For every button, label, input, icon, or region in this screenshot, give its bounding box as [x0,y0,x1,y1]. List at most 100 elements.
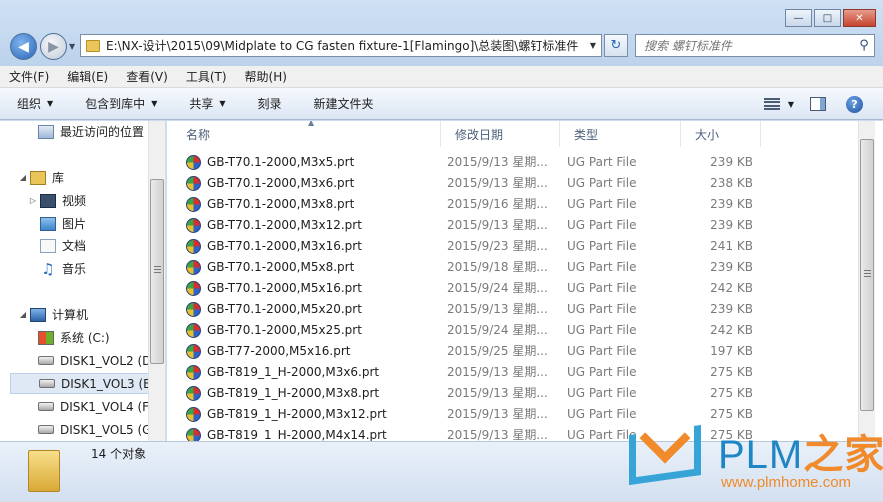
file-name: GB-T70.1-2000,M3x5.prt [207,155,355,169]
file-name: GB-T70.1-2000,M3x16.prt [207,239,362,253]
file-size: 241 KB [710,239,753,253]
file-row[interactable]: GB-T70.1-2000,M5x8.prt 2015/9/18 星期... UG … [167,257,857,278]
ug-part-file-icon [186,344,201,359]
watermark-brand-latin: PLM [718,433,804,477]
nav-item-libraries[interactable]: ◢ 库 [18,167,165,188]
grip-icon [864,270,871,277]
nav-item-drive-d[interactable]: DISK1_VOL2 (D [38,350,165,371]
file-row[interactable]: GB-T819_1_H-2000,M3x6.prt 2015/9/13 星期...… [167,362,857,383]
file-row[interactable]: GB-T70.1-2000,M3x12.prt 2015/9/13 星期... UG… [167,215,857,236]
file-size: 239 KB [710,218,753,232]
maximize-button[interactable]: □ [814,9,841,27]
video-icon [40,193,56,208]
nav-item-video[interactable]: ▷ 视频 [28,190,165,211]
file-size: 239 KB [710,155,753,169]
ug-part-file-icon [186,365,201,380]
organize-button[interactable]: 组织 ▼ [0,95,68,112]
search-icon[interactable]: ⚲ [854,38,874,53]
menu-help[interactable]: 帮助(H) [236,68,296,85]
address-dropdown-icon[interactable]: ▼ [585,41,601,50]
search-box[interactable]: ⚲ [635,34,875,57]
file-name: GB-T70.1-2000,M5x20.prt [207,302,362,316]
file-date: 2015/9/13 星期... [447,386,548,400]
burn-button[interactable]: 刻录 [241,95,297,112]
file-name: GB-T70.1-2000,M5x8.prt [207,260,355,274]
view-options-dropdown-icon[interactable]: ▼ [788,100,794,109]
navigation-pane: 最近访问的位置 ◢ 库 ▷ 视频 图片 文档 ♫ 音乐 ◢ 计算机 系统 (C:… [0,121,166,441]
nav-item-drive-c[interactable]: 系统 (C:) [38,327,165,348]
new-folder-label: 新建文件夹 [313,97,374,111]
minimize-button[interactable]: — [785,9,812,27]
recent-pages-dropdown[interactable]: ▼ [69,42,75,51]
preview-pane-icon[interactable] [810,97,826,111]
nav-item-label: 最近访问的位置 [60,125,145,139]
file-row[interactable]: GB-T70.1-2000,M5x16.prt 2015/9/24 星期... UG… [167,278,857,299]
nav-item-computer[interactable]: ◢ 计算机 [18,304,165,325]
file-row[interactable]: GB-T70.1-2000,M3x16.prt 2015/9/23 星期... UG… [167,236,857,257]
menu-tools[interactable]: 工具(T) [177,68,236,85]
details-view-icon[interactable] [763,98,780,110]
help-icon[interactable]: ? [846,95,863,113]
column-header-type[interactable]: 类型 [560,121,681,147]
menu-edit[interactable]: 编辑(E) [58,68,117,85]
menu-file[interactable]: 文件(F) [0,68,58,85]
file-row[interactable]: GB-T70.1-2000,M3x6.prt 2015/9/13 星期... UG … [167,173,857,194]
file-size: 275 KB [710,365,753,379]
nav-scrollbar[interactable] [148,121,165,441]
file-size: 238 KB [710,176,753,190]
file-date: 2015/9/13 星期... [447,218,548,232]
address-bar[interactable]: E:\NX-设计\2015\09\Midplate to CG fasten f… [80,34,602,57]
file-name: GB-T819_1_H-2000,M3x12.prt [207,407,387,421]
refresh-icon: ↻ [610,38,622,53]
file-row[interactable]: GB-T819_1_H-2000,M3x8.prt 2015/9/13 星期...… [167,383,857,404]
share-button[interactable]: 共享 ▼ [172,95,240,112]
new-folder-button[interactable]: 新建文件夹 [297,95,389,112]
menu-view[interactable]: 查看(V) [117,68,177,85]
file-row[interactable]: GB-T70.1-2000,M3x5.prt 2015/9/13 星期... UG … [167,152,857,173]
file-name: GB-T70.1-2000,M5x16.prt [207,281,362,295]
file-name: GB-T819_1_H-2000,M3x6.prt [207,365,380,379]
file-row[interactable]: GB-T77-2000,M5x16.prt 2015/9/25 星期... UG P… [167,341,857,362]
file-list-scrollbar[interactable] [858,121,875,441]
nav-item-drive-g[interactable]: DISK1_VOL5 (G [38,419,165,440]
file-list-scroll-thumb[interactable] [860,139,874,411]
nav-item-label: 图片 [62,217,87,231]
file-row[interactable]: GB-T70.1-2000,M5x20.prt 2015/9/13 星期... UG… [167,299,857,320]
forward-button[interactable]: ▶ [40,33,67,60]
column-header-name[interactable]: 名称 [167,121,441,147]
watermark-brand-cn: 之家 [803,433,883,477]
file-type: UG Part File [567,281,637,295]
nav-item-recent[interactable]: 最近访问的位置 [38,121,165,142]
close-button[interactable]: ✕ [843,9,876,27]
file-row[interactable]: GB-T70.1-2000,M5x25.prt 2015/9/24 星期... UG… [167,320,857,341]
nav-scroll-thumb[interactable] [150,179,164,364]
watermark: PLM之家 www.plmhome.com [625,412,883,502]
search-input[interactable] [644,38,854,53]
file-date: 2015/9/13 星期... [447,155,548,169]
ug-part-file-icon [186,302,201,317]
file-type: UG Part File [567,239,637,253]
pictures-icon [40,216,56,231]
folder-icon [86,39,100,52]
nav-item-drive-e[interactable]: DISK1_VOL3 (E: [10,373,160,394]
folder-icon [28,450,60,492]
file-size: 197 KB [710,344,753,358]
column-header-size[interactable]: 大小 [681,121,761,147]
file-row[interactable]: GB-T70.1-2000,M3x8.prt 2015/9/16 星期... UG … [167,194,857,215]
file-name: GB-T77-2000,M5x16.prt [207,344,351,358]
address-path[interactable]: E:\NX-设计\2015\09\Midplate to CG fasten f… [106,37,585,54]
file-date: 2015/9/24 星期... [447,323,548,337]
refresh-button[interactable]: ↻ [604,34,628,57]
music-note-icon: ♫ [41,259,55,278]
nav-item-label: DISK1_VOL4 (F: [60,399,153,414]
ug-part-file-icon [186,281,201,296]
nav-item-drive-f[interactable]: DISK1_VOL4 (F: [38,396,165,417]
column-header-date[interactable]: 修改日期 [441,121,560,147]
include-in-library-button[interactable]: 包含到库中 ▼ [68,95,172,112]
include-library-label: 包含到库中 [85,97,146,111]
back-button[interactable]: ◀ [10,33,37,60]
column-type-label: 类型 [574,127,599,142]
collapse-arrow-icon[interactable]: ◢ [18,310,28,319]
expand-arrow-icon[interactable]: ▷ [28,196,38,205]
collapse-arrow-icon[interactable]: ◢ [18,173,28,182]
